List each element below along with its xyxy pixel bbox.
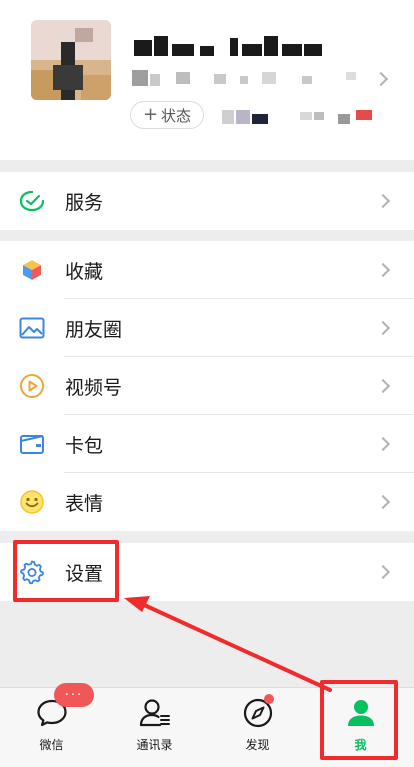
discover-red-dot [264,694,274,704]
contacts-person-icon [138,696,172,730]
menu-label-moments: 朋友圈 [65,318,123,341]
cards-wallet-icon [18,430,46,458]
add-status-button[interactable]: + 状态 [130,101,204,129]
plus-icon: + [142,104,159,125]
me-tab-highlight-box [320,680,398,760]
nickname-pixelated [132,34,332,58]
menu-label-cards: 卡包 [65,434,104,457]
chevron-right-icon [375,564,391,580]
friend-status-pixelated[interactable] [222,108,382,124]
menu-item-cards[interactable]: 卡包 [0,415,414,473]
chevron-right-icon [375,378,391,394]
tab-discover[interactable]: 发现 [206,688,309,767]
menu-group-services: 服务 [0,172,414,230]
avatar[interactable] [31,20,111,100]
chevron-right-icon [375,193,391,209]
menu-item-stickers[interactable]: 表情 [0,473,414,531]
profile-chevron-right-icon [373,71,389,87]
tab-label-discover: 发现 [245,738,270,752]
moments-image-icon [18,314,46,342]
channels-play-icon [18,372,46,400]
menu-label-stickers: 表情 [65,492,104,515]
tab-contacts[interactable]: 通讯录 [103,688,206,767]
menu-item-favorites[interactable]: 收藏 [0,241,414,299]
chevron-right-icon [375,436,391,452]
chevron-right-icon [375,262,391,278]
chevron-right-icon [375,320,391,336]
tab-label-contacts: 通讯录 [136,738,173,752]
menu-label-favorites: 收藏 [65,260,104,283]
tab-label-chats: 微信 [39,738,64,752]
menu-item-services[interactable]: 服务 [0,172,414,230]
menu-item-channels[interactable]: 视频号 [0,357,414,415]
chevron-right-icon [375,494,391,510]
menu-label-channels: 视频号 [65,376,123,399]
stickers-smile-icon [18,488,46,516]
favorites-cube-icon [18,256,46,284]
services-icon [18,187,46,215]
wechat-id-pixelated [132,70,372,86]
menu-group-main: 收藏 朋友圈 视频号 卡包 表情 [0,241,414,531]
menu-item-moments[interactable]: 朋友圈 [0,299,414,357]
settings-highlight-box [13,540,119,602]
menu-label-services: 服务 [65,191,104,214]
status-label: 状态 [161,106,192,125]
chats-unread-badge: ··· [54,683,94,707]
profile-header[interactable]: + 状态 [0,0,414,160]
